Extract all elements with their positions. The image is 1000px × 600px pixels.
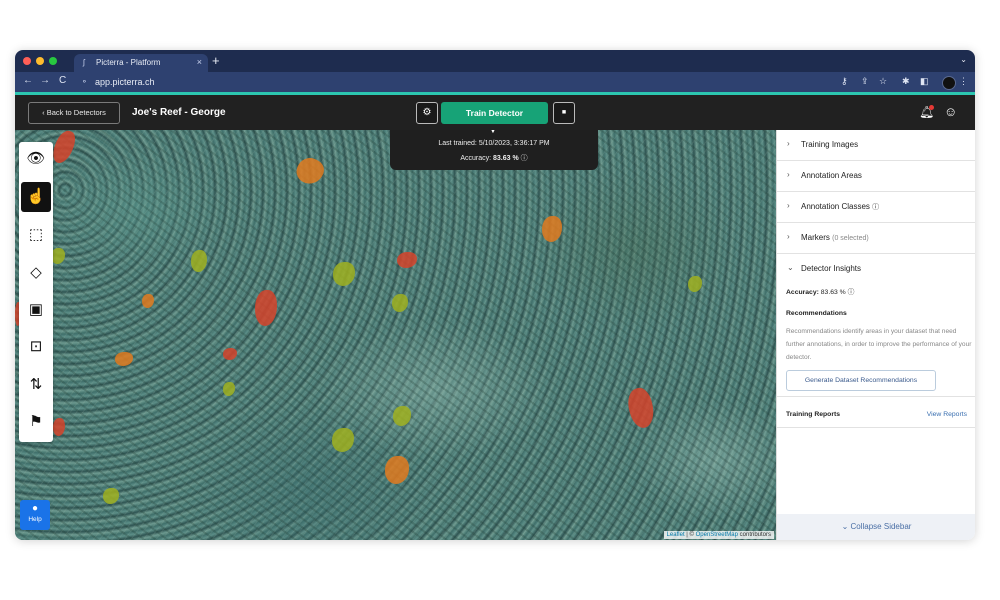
last-trained-text: Last trained: 5/10/2023, 3:36:17 PM <box>438 140 550 147</box>
section-label: Annotation Areas <box>801 171 862 180</box>
forward-arrow-icon[interactable]: → <box>40 75 50 86</box>
star-icon[interactable]: ☆ <box>879 76 887 87</box>
right-sidebar: › Training Images › Annotation Areas › A… <box>776 130 975 540</box>
browser-tab[interactable]: ʃ Picterra - Platform × <box>74 54 208 72</box>
swap-icon[interactable]: ⇅ <box>21 370 51 400</box>
recommendations-title: Recommendations <box>786 310 847 317</box>
site-info-icon[interactable]: ⚬ <box>81 77 88 86</box>
generate-recommendations-button[interactable]: Generate Dataset Recommendations <box>786 370 936 391</box>
square-tool-icon[interactable]: ▣ <box>21 295 51 325</box>
collapse-sidebar-button[interactable]: ⌄ Collapse Sidebar <box>777 514 975 540</box>
section-label: Markers (0 selected) <box>801 233 869 242</box>
attribution-separator: | © <box>686 532 696 538</box>
insights-accuracy: Accuracy: 83.63 % ⓘ <box>786 286 854 296</box>
tab-title: Picterra - Platform <box>96 58 161 67</box>
browser-tab-bar: ʃ Picterra - Platform × + ⌄ <box>15 50 975 72</box>
chevron-right-icon: › <box>787 201 790 210</box>
recommendations-description: Recommendations identify areas in your d… <box>786 328 972 361</box>
stop-icon: ■ <box>561 109 567 116</box>
section-markers[interactable]: › Markers (0 selected) <box>777 223 975 254</box>
eye-icon[interactable]: 👁︎ <box>21 144 51 174</box>
insights-accuracy-value: 83.63 % <box>820 289 846 296</box>
key-icon[interactable]: ⚷ <box>841 76 848 87</box>
picterra-favicon-icon: ʃ <box>83 58 85 67</box>
close-window-dot[interactable] <box>23 57 31 65</box>
train-detector-button[interactable]: Train Detector <box>441 102 548 124</box>
info-icon[interactable]: ⓘ <box>872 204 879 211</box>
map-attribution: Leaflet | © OpenStreetMap contributors <box>663 531 774 539</box>
minimize-window-dot[interactable] <box>36 57 44 65</box>
profile-avatar[interactable] <box>942 76 956 90</box>
leaflet-link[interactable]: Leaflet <box>667 532 685 538</box>
section-label: Training Images <box>801 140 859 149</box>
chevron-down-icon: ⌄ <box>787 263 794 272</box>
caret-down-icon[interactable]: ▼ <box>490 130 496 135</box>
markers-selected-count: (0 selected) <box>832 235 869 242</box>
browser-window: ʃ Picterra - Platform × + ⌄ ← → C ⚬ app.… <box>15 50 975 540</box>
help-label: Help <box>28 516 42 523</box>
rectangle-select-icon[interactable]: ⬚ <box>21 220 51 250</box>
accuracy-line: Accuracy: 83.63 % ⓘ <box>390 153 598 163</box>
magic-select-icon[interactable]: ⊡ <box>21 332 51 362</box>
section-annotation-classes[interactable]: › Annotation Classes ⓘ <box>777 192 975 223</box>
notification-badge <box>929 105 934 110</box>
user-account-icon[interactable]: ☺ <box>944 104 957 119</box>
section-training-images[interactable]: › Training Images <box>777 130 975 161</box>
app-header: ‹ Back to Detectors Joe's Reef - George … <box>15 95 975 130</box>
attribution-suffix: contributors <box>739 532 771 538</box>
section-label-text: Annotation Classes <box>801 202 870 211</box>
section-detector-insights[interactable]: ⌄ Detector Insights <box>777 254 975 284</box>
section-label: Annotation Classes ⓘ <box>801 202 879 212</box>
back-to-detectors-button[interactable]: ‹ Back to Detectors <box>28 102 120 124</box>
gear-icon: ⚙ <box>422 107 432 118</box>
address-bar: ← → C ⚬ app.picterra.ch ⚷ ⇪ ☆ ✱ ◧ ⋮ <box>15 72 975 92</box>
menu-kebab-icon[interactable]: ⋮ <box>959 76 968 87</box>
collapse-sidebar-label: Collapse Sidebar <box>850 522 912 531</box>
training-reports-label: Training Reports <box>786 411 841 418</box>
accuracy-label: Accuracy: <box>460 155 492 162</box>
stop-training-button[interactable]: ■ <box>553 102 575 124</box>
training-reports-row: Training Reports View Reports <box>777 396 975 428</box>
training-status-panel: ▼ Last trained: 5/10/2023, 3:36:17 PM Ac… <box>390 130 598 170</box>
section-label-text: Markers <box>801 233 830 242</box>
chevron-right-icon: › <box>787 170 790 179</box>
chevron-right-icon: › <box>787 232 790 241</box>
new-tab-button[interactable]: + <box>212 53 220 68</box>
detector-settings-button[interactable]: ⚙ <box>416 102 438 124</box>
back-arrow-icon[interactable]: ← <box>23 75 33 86</box>
sidebar-toggle-icon[interactable]: ◧ <box>920 76 929 87</box>
osm-link[interactable]: OpenStreetMap <box>696 532 738 538</box>
tab-search-chevron-icon[interactable]: ⌄ <box>960 55 967 64</box>
pan-hand-icon[interactable]: ☝ <box>21 182 51 212</box>
chevron-down-icon: ⌄ <box>841 522 851 531</box>
help-icon: ● <box>31 503 39 514</box>
chevron-right-icon: › <box>787 139 790 148</box>
section-annotation-areas[interactable]: › Annotation Areas <box>777 161 975 192</box>
maximize-window-dot[interactable] <box>49 57 57 65</box>
section-label: Detector Insights <box>801 264 862 273</box>
url-input[interactable]: app.picterra.ch <box>95 77 155 87</box>
extensions-icon[interactable]: ✱ <box>902 76 910 87</box>
polygon-icon[interactable]: ◇ <box>21 258 51 288</box>
info-icon[interactable]: ⓘ <box>848 289 855 296</box>
map-canvas[interactable]: ▼ Last trained: 5/10/2023, 3:36:17 PM Ac… <box>15 130 776 540</box>
share-icon[interactable]: ⇪ <box>861 76 869 87</box>
insights-accuracy-label: Accuracy: <box>786 289 819 296</box>
project-title: Joe's Reef - George <box>132 107 226 118</box>
view-reports-link[interactable]: View Reports <box>927 411 967 418</box>
flag-icon[interactable]: ⚑ <box>21 407 51 437</box>
map-toolbar: 👁︎ ☝ ⬚ ◇ ▣ ⊡ ⇅ ⚑ <box>19 142 53 442</box>
accuracy-value: 83.63 % <box>493 155 519 162</box>
tab-close-icon[interactable]: × <box>197 57 202 67</box>
window-controls <box>23 57 57 65</box>
info-icon[interactable]: ⓘ <box>521 155 528 162</box>
help-button[interactable]: ● Help <box>20 500 50 530</box>
reload-icon[interactable]: C <box>59 75 66 86</box>
